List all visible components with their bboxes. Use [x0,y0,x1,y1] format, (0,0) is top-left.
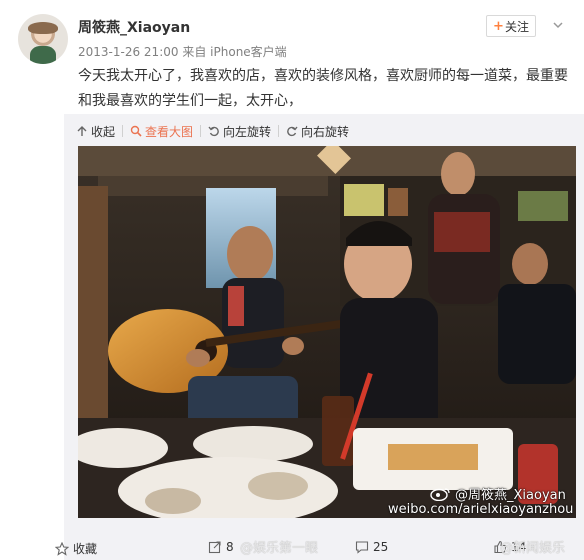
favorite-label: 收藏 [73,542,98,556]
follow-button[interactable]: + 关注 [486,15,536,37]
toolbar-divider [122,125,124,137]
avatar[interactable] [18,14,68,64]
comment-icon [355,541,369,554]
toolbar-divider [278,125,280,137]
media-toolbar: 收起 查看大图 向左旋转 向右旋转 [76,122,349,140]
overlay-watermark-right: @新闻娱乐 [500,541,566,556]
action-bar: 收藏 8 @娱乐第一眼 25 14 @新闻娱乐 [0,534,584,560]
source-prefix: 来自 [182,45,207,59]
timestamp[interactable]: 2013-1-26 21:00 [78,45,179,59]
plus-icon: + [493,18,504,34]
photo-watermark-url: weibo.com/arielxiaoyanzhou [388,502,574,517]
photo-watermark-handle: @周筱燕_Xiaoyan [430,484,566,503]
favorite-button[interactable]: 收藏 [55,540,97,557]
repost-icon [208,541,221,554]
follow-label: 关注 [504,19,529,34]
overlay-watermark-left: @娱乐第一眼 [240,541,319,556]
source-link[interactable]: iPhone客户端 [210,45,287,59]
repost-count: 8 [226,540,234,554]
rotate-right-button[interactable]: 向右旋转 [286,123,349,140]
comment-button[interactable]: 25 [355,540,388,554]
author-name[interactable]: 周筱燕_Xiaoyan [78,17,190,37]
repost-button[interactable]: 8 [208,540,234,554]
arrow-up-icon [77,126,87,136]
toolbar-divider [200,125,202,137]
post-text: 今天我太开心了，我喜欢的店，喜欢的装修风格，喜欢厨师的每一道菜，最重要和我最喜欢… [78,68,568,109]
collapse-button[interactable]: 收起 [76,123,115,140]
post-photo[interactable] [78,146,576,518]
avatar-hat [28,22,58,34]
post-meta: 2013-1-26 21:00 来自 iPhone客户端 [78,43,287,60]
view-large-button[interactable]: 查看大图 [130,123,193,140]
view-large-label: 查看大图 [145,124,194,139]
magnify-icon [130,125,142,137]
photo-scene [78,146,576,518]
rotate-left-icon [208,126,219,137]
watermark-handle-text: @周筱燕_Xiaoyan [455,488,566,503]
star-icon [55,541,69,556]
avatar-body [30,46,56,64]
collapse-label: 收起 [91,124,116,139]
chevron-down-icon[interactable] [551,18,565,32]
comment-count: 25 [373,540,389,554]
rotate-left-label: 向左旋转 [223,124,272,139]
rotate-right-label: 向右旋转 [301,124,350,139]
rotate-left-button[interactable]: 向左旋转 [208,123,271,140]
weibo-logo-icon [430,488,450,501]
rotate-right-icon [287,126,298,137]
